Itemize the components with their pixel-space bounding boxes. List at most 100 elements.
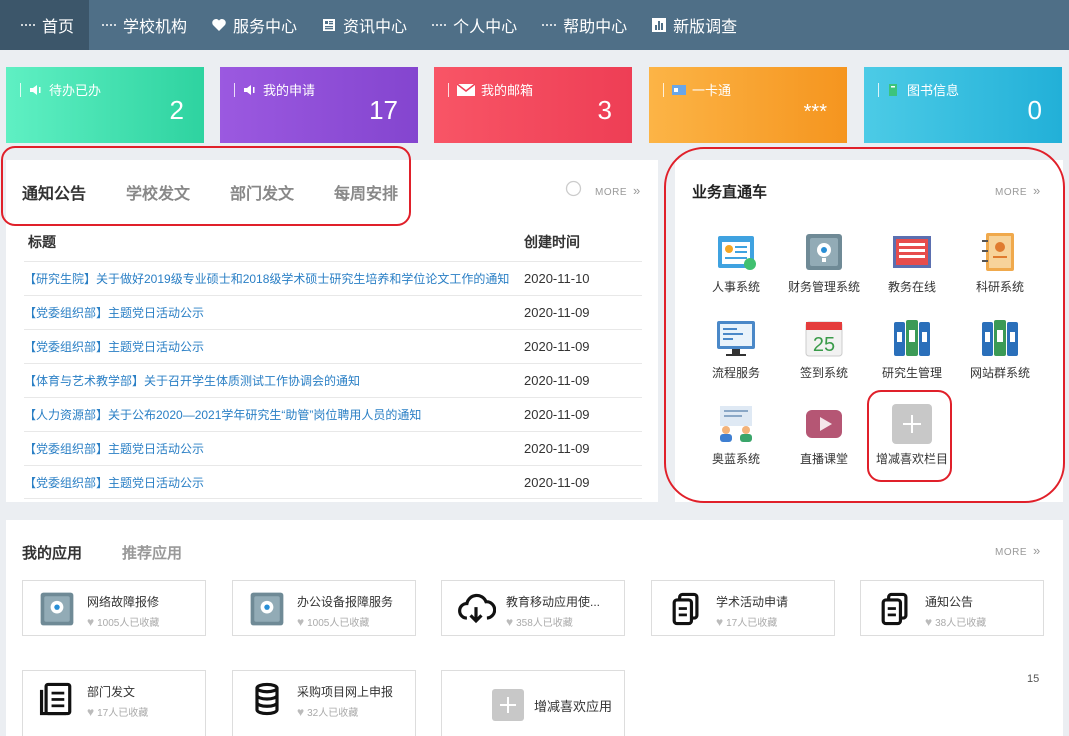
nav-new-survey[interactable]: 新版调查 (639, 0, 749, 50)
copy-icon (881, 592, 908, 626)
top-nav: 首页 学校机构 服务中心 资讯中心 个人中心 帮助中心 新版调查 (0, 0, 1069, 50)
card-label: 待办已办 (49, 83, 102, 98)
id-card-icon (672, 84, 686, 95)
my-app-card[interactable]: 办公设备报障服务 ♥ 1005人已收藏 (232, 580, 416, 636)
card-value: 17 (369, 95, 398, 125)
app-label: 科研系统 (975, 280, 1024, 294)
notice-row[interactable]: 【体育与艺术教学部】关于召开学生体质测试工作协调会的通知 2020-11-09 (24, 363, 642, 397)
safe-icon (806, 234, 842, 270)
column-title: 标题 (28, 234, 56, 250)
heart-icon: ♥ (716, 614, 724, 629)
nav-label: 帮助中心 (563, 19, 628, 36)
tab-recommended-apps[interactable]: 推荐应用 (122, 542, 182, 563)
app-name: 网络故障报修 (87, 595, 160, 609)
tab-notice[interactable]: 通知公告 (22, 180, 86, 204)
nav-service-center[interactable]: 服务中心 (199, 0, 309, 50)
app-finance-system[interactable]: 财务管理系统 (779, 230, 869, 295)
notice-more-link[interactable]: MORE » (595, 183, 641, 198)
favorite-count: ♥ 38人已收藏 (925, 614, 986, 630)
app-aolan-system[interactable]: 奥蓝系统 (691, 402, 781, 467)
card-my-application[interactable]: 我的申请 17 (220, 67, 418, 143)
card-todo[interactable]: 待办已办 2 (6, 67, 204, 143)
notice-row[interactable]: 【党委组织部】主题党日活动公示 2020-11-09 (24, 465, 642, 499)
notice-title[interactable]: 【党委组织部】主题党日活动公示 (24, 440, 524, 457)
nav-help-center[interactable]: 帮助中心 (529, 0, 639, 50)
my-app-card[interactable]: 教育移动应用使... ♥ 358人已收藏 (441, 580, 625, 636)
calendar-day: 25 (813, 334, 835, 356)
notice-title[interactable]: 【党委组织部】主题党日活动公示 (24, 338, 524, 355)
favorite-text: 1005人已收藏 (97, 618, 160, 629)
my-app-card[interactable]: 部门发文 ♥ 17人已收藏 (22, 670, 206, 736)
notice-title[interactable]: 【人力资源部】关于公布2020—2021学年研究生“助管”岗位聘用人员的通知 (24, 406, 524, 423)
app-label: 签到系统 (799, 366, 848, 380)
app-check-in-system[interactable]: 25 签到系统 (779, 316, 869, 381)
app-research-system[interactable]: 科研系统 (955, 230, 1045, 295)
notice-date: 2020-11-10 (524, 271, 590, 286)
my-apps-more-link[interactable]: MORE » (995, 543, 1041, 558)
notice-row[interactable]: 【党委组织部】主题党日活动公示 2020-11-09 (24, 329, 642, 363)
card-value: 3 (597, 95, 612, 125)
binder-icon (894, 320, 930, 356)
app-name: 通知公告 (925, 595, 974, 609)
card-one-card[interactable]: 一卡通 *** (649, 67, 847, 143)
nav-home[interactable]: 首页 (0, 0, 90, 50)
double-chevron-icon: » (633, 183, 641, 198)
notice-row[interactable]: 【人力资源部】关于公布2020—2021学年研究生“助管”岗位聘用人员的通知 20… (24, 397, 642, 431)
heart-icon: ♥ (506, 614, 514, 629)
more-label: MORE (595, 187, 627, 198)
business-more-link[interactable]: MORE » (995, 183, 1041, 198)
my-app-card[interactable]: 网络故障报修 ♥ 1005人已收藏 (22, 580, 206, 636)
notice-date: 2020-11-09 (524, 441, 590, 456)
notice-title[interactable]: 【党委组织部】主题党日活动公示 (24, 304, 524, 321)
app-label: 直播课堂 (799, 452, 848, 466)
app-hr-system[interactable]: 人事系统 (691, 230, 781, 295)
notice-row[interactable]: 【党委组织部】主题党日活动公示 2020-11-09 (24, 295, 642, 329)
my-app-card[interactable]: 采购项目网上申报 ♥ 32人已收藏 (232, 670, 416, 736)
card-value: 2 (169, 95, 184, 125)
favorite-count: ♥ 1005人已收藏 (87, 614, 160, 630)
play-icon (806, 410, 842, 438)
tab-school-docs[interactable]: 学校发文 (126, 180, 190, 204)
nav-personal-center[interactable]: 个人中心 (419, 0, 529, 50)
card-label: 我的申请 (263, 83, 316, 98)
app-name: 教育移动应用使... (506, 595, 601, 609)
notice-tabs: 通知公告 学校发文 部门发文 每周安排 (22, 180, 398, 204)
notice-date: 2020-11-09 (524, 474, 590, 490)
notice-title[interactable]: 【体育与艺术教学部】关于召开学生体质测试工作协调会的通知 (24, 372, 524, 389)
tab-my-apps[interactable]: 我的应用 (22, 542, 82, 563)
card-value: 0 (1027, 95, 1042, 125)
card-library-info[interactable]: 图书信息 0 (864, 67, 1062, 143)
card-value: *** (803, 101, 827, 123)
notice-row[interactable]: 【研究生院】关于做好2019级专业硕士和2018级学术硕士研究生培养和学位论文工… (24, 261, 642, 295)
notice-title[interactable]: 【研究生院】关于做好2019级专业硕士和2018级学术硕士研究生培养和学位论文工… (24, 270, 524, 287)
notice-date: 2020-11-09 (524, 407, 590, 422)
cloud-download-icon (458, 593, 496, 624)
app-name: 采购项目网上申报 (297, 685, 394, 699)
app-live-classroom[interactable]: 直播课堂 (779, 402, 869, 467)
tab-weekly-schedule[interactable]: 每周安排 (334, 180, 398, 204)
notice-row[interactable]: 【党委组织部】主题党日活动公示 2020-11-09 (24, 431, 642, 465)
app-add-remove-column[interactable]: 增减喜欢栏目 (867, 402, 957, 467)
app-label: 奥蓝系统 (711, 452, 760, 466)
nav-news-center[interactable]: 资讯中心 (309, 0, 419, 50)
business-title: 业务直通车 (692, 184, 768, 201)
favorite-count: ♥ 1005人已收藏 (297, 614, 369, 630)
notice-title[interactable]: 【党委组织部】主题党日活动公示 (24, 474, 524, 491)
favorite-count: ♥ 17人已收藏 (87, 704, 148, 720)
tab-dept-docs[interactable]: 部门发文 (230, 180, 294, 204)
nav-school-org[interactable]: 学校机构 (89, 0, 199, 50)
card-my-mailbox[interactable]: 我的邮箱 3 (434, 67, 632, 143)
my-app-card[interactable]: 通知公告 ♥ 38人已收藏 (860, 580, 1044, 636)
app-workflow-service[interactable]: 流程服务 (691, 316, 781, 381)
grid-icon (101, 17, 117, 33)
safe-icon (250, 592, 284, 626)
notebook-icon (982, 233, 1014, 271)
app-academic-online[interactable]: 教务在线 (867, 230, 957, 295)
app-site-group-system[interactable]: 网站群系统 (955, 316, 1045, 381)
app-graduate-management[interactable]: 研究生管理 (867, 316, 957, 381)
refresh-icon[interactable] (565, 180, 582, 197)
favorite-text: 358人已收藏 (516, 618, 573, 629)
add-app-card[interactable]: 增减喜欢应用 (441, 670, 625, 736)
my-app-card[interactable]: 学术活动申请 ♥ 17人已收藏 (651, 580, 835, 636)
nav-label: 新版调查 (673, 19, 738, 36)
